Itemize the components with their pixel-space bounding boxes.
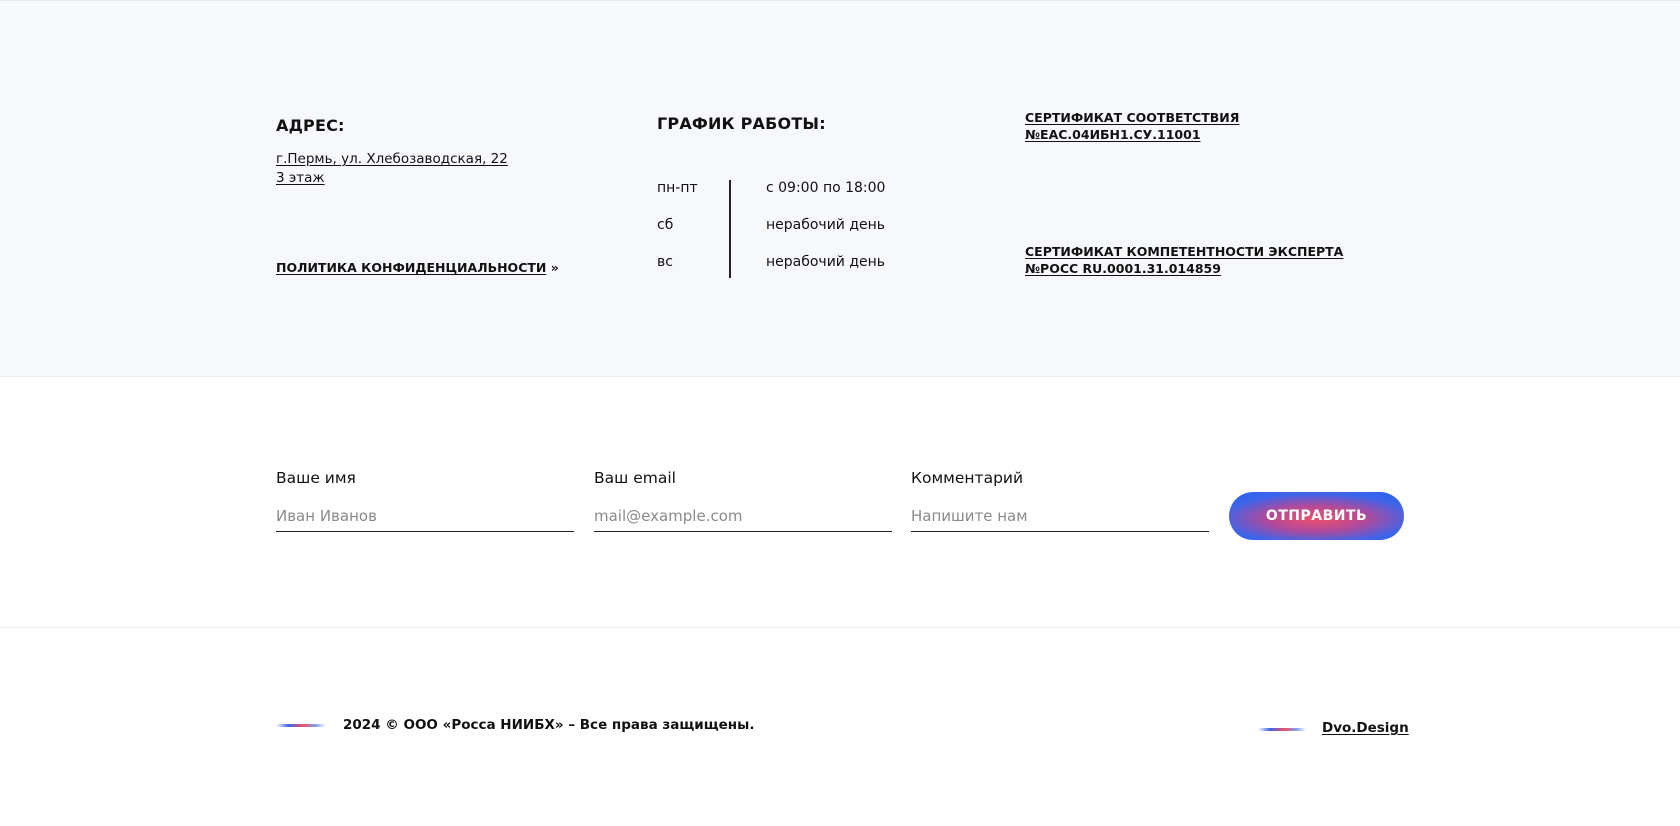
footer-gradient-line-left bbox=[276, 724, 326, 727]
certificate-conformity-title[interactable]: СЕРТИФИКАТ СООТВЕТСТВИЯ bbox=[1025, 109, 1239, 126]
designer-link[interactable]: Dvo.Design bbox=[1322, 720, 1409, 736]
schedule-day-weekdays: пн-пт bbox=[657, 180, 698, 196]
email-label: Ваш email bbox=[594, 469, 676, 487]
certificate-expert-number[interactable]: №РОСС RU.0001.31.014859 bbox=[1025, 260, 1221, 277]
schedule-divider bbox=[729, 180, 731, 278]
name-label: Ваше имя bbox=[276, 469, 356, 487]
contacts-section: АДРЕС: г.Пермь, ул. Хлебозаводская, 22 3… bbox=[0, 0, 1680, 377]
email-input[interactable] bbox=[594, 500, 892, 532]
address-line-1[interactable]: г.Пермь, ул. Хлебозаводская, 22 bbox=[276, 150, 508, 169]
certificate-expert-title[interactable]: СЕРТИФИКАТ КОМПЕТЕНТНОСТИ ЭКСПЕРТА bbox=[1025, 243, 1343, 260]
section-divider bbox=[0, 627, 1680, 628]
schedule-time-saturday: нерабочий день bbox=[766, 217, 886, 233]
schedule-time-sunday: нерабочий день bbox=[766, 254, 886, 270]
schedule-time-weekdays: с 09:00 по 18:00 bbox=[766, 180, 886, 196]
schedule-heading: ГРАФИК РАБОТЫ: bbox=[657, 114, 826, 133]
submit-button[interactable]: ОТПРАВИТЬ bbox=[1229, 492, 1404, 540]
privacy-policy-link[interactable]: ПОЛИТИКА КОНФИДЕНЦИАЛЬНОСТИ bbox=[276, 260, 546, 275]
footer-gradient-line-right bbox=[1258, 728, 1306, 731]
comment-label: Комментарий bbox=[911, 469, 1024, 487]
privacy-policy: ПОЛИТИКА КОНФИДЕНЦИАЛЬНОСТИ » bbox=[276, 259, 559, 276]
name-input[interactable] bbox=[276, 500, 574, 532]
address-line-2[interactable]: 3 этаж bbox=[276, 169, 325, 188]
privacy-arrow: » bbox=[550, 260, 559, 275]
address-heading: АДРЕС: bbox=[276, 116, 345, 135]
copyright-text: 2024 © ООО «Росса НИИБХ» – Все права защ… bbox=[343, 717, 755, 733]
certificate-conformity-number[interactable]: №ЕАС.04ИБН1.СУ.11001 bbox=[1025, 126, 1201, 143]
schedule-day-sunday: вс bbox=[657, 254, 673, 270]
comment-input[interactable] bbox=[911, 500, 1209, 532]
schedule-day-saturday: сб bbox=[657, 217, 674, 233]
